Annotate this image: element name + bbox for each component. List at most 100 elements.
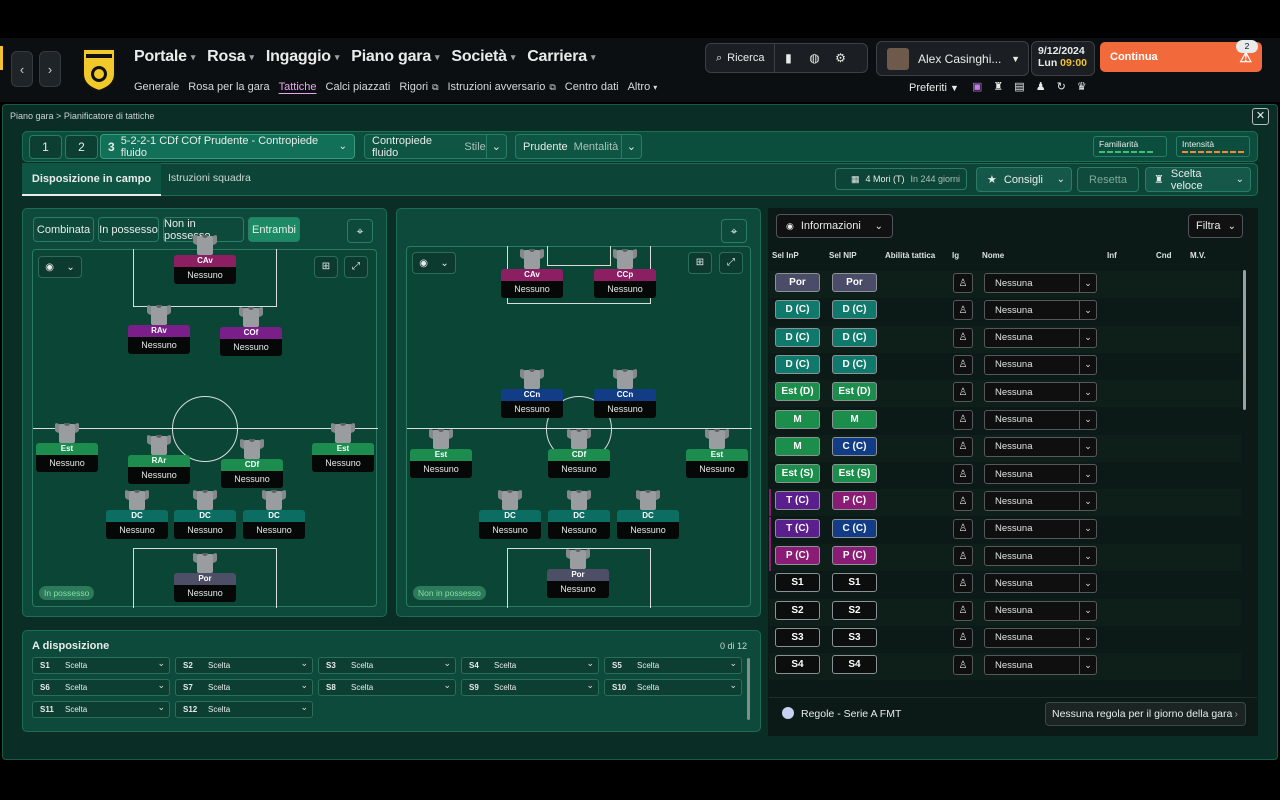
matchday-rule-button[interactable]: Nessuna regola per il giorno della gara … bbox=[1045, 702, 1246, 726]
manager-menu[interactable]: Alex Casinghi... ▼ bbox=[876, 41, 1029, 76]
person-icon[interactable]: ♙ bbox=[953, 600, 973, 621]
sub-slot-s8[interactable]: S8 Scelta ⌄ bbox=[318, 679, 456, 696]
name-select[interactable]: Nessuna ⌄ bbox=[984, 655, 1097, 676]
sel-nip-button[interactable]: C (C) bbox=[832, 518, 877, 538]
sub-slot-s2[interactable]: S2 Scelta ⌄ bbox=[175, 657, 313, 674]
person-icon[interactable]: ♙ bbox=[953, 273, 973, 293]
sel-inp-button[interactable]: T (C) bbox=[775, 518, 820, 538]
people-icon[interactable]: ♟ bbox=[1036, 80, 1046, 93]
player-shirt-icon[interactable] bbox=[55, 421, 79, 443]
player-slot-cdf[interactable]: CDf Nessuno bbox=[221, 459, 283, 488]
sel-nip-button[interactable]: S2 bbox=[832, 600, 877, 620]
person-icon[interactable]: ♙ bbox=[953, 300, 973, 321]
player-slot-ccp[interactable]: CCp Nessuno bbox=[594, 269, 656, 298]
sub-slot-s4[interactable]: S4 Scelta ⌄ bbox=[461, 657, 599, 674]
column-header[interactable]: M.V. bbox=[1190, 251, 1206, 260]
name-select[interactable]: Nessuna ⌄ bbox=[984, 382, 1097, 403]
rules-label[interactable]: Regole - Serie A FMT bbox=[801, 708, 901, 720]
column-header[interactable]: Abilità tattica bbox=[885, 251, 935, 260]
shirt-icon[interactable]: ♜ bbox=[993, 80, 1003, 93]
person-icon[interactable]: ♙ bbox=[953, 491, 973, 512]
tactic-slot-3[interactable]: 3 5-2-2-1 CDf COf Prudente - Contropiede… bbox=[100, 134, 355, 159]
player-shirt-icon[interactable] bbox=[566, 547, 590, 569]
column-header[interactable]: Sel NIP bbox=[829, 251, 857, 260]
sub-slot-s12[interactable]: S12 Scelta ⌄ bbox=[175, 701, 313, 718]
player-slot-rar[interactable]: RAr Nessuno bbox=[128, 455, 190, 484]
sel-inp-button[interactable]: S1 bbox=[775, 573, 820, 593]
eye-dropdown[interactable]: ◉ ⌄ bbox=[38, 256, 82, 278]
nav-società[interactable]: Società ▾ bbox=[451, 48, 515, 66]
person-icon[interactable]: ♙ bbox=[953, 327, 973, 348]
player-slot-cof[interactable]: COf Nessuno bbox=[220, 327, 282, 356]
player-shirt-icon[interactable] bbox=[705, 427, 729, 449]
pitch-filter-entrambi[interactable]: Entrambi bbox=[248, 217, 300, 242]
name-select[interactable]: Nessuna ⌄ bbox=[984, 491, 1097, 512]
nav-rosa[interactable]: Rosa ▾ bbox=[207, 48, 254, 66]
subnav-generale[interactable]: Generale bbox=[134, 81, 179, 93]
player-slot-cdf[interactable]: CDf Nessuno bbox=[548, 449, 610, 478]
player-shirt-icon[interactable] bbox=[147, 303, 171, 325]
name-select[interactable]: Nessuna ⌄ bbox=[984, 354, 1097, 375]
name-select[interactable]: Nessuna ⌄ bbox=[984, 518, 1097, 539]
player-slot-dc[interactable]: DC Nessuno bbox=[243, 510, 305, 539]
sel-nip-button[interactable]: S4 bbox=[832, 655, 877, 675]
player-shirt-icon[interactable] bbox=[147, 433, 171, 455]
player-shirt-icon[interactable] bbox=[613, 247, 637, 269]
favorites-dropdown[interactable]: Preferiti ▼ bbox=[909, 82, 959, 94]
column-header[interactable]: Cnd bbox=[1156, 251, 1172, 260]
sel-nip-button[interactable]: D (C) bbox=[832, 300, 877, 320]
nav-piano-gara[interactable]: Piano gara ▾ bbox=[351, 48, 439, 66]
player-shirt-icon[interactable] bbox=[193, 551, 217, 573]
sel-inp-button[interactable]: Por bbox=[775, 273, 820, 292]
sel-nip-button[interactable]: P (C) bbox=[832, 546, 877, 565]
player-slot-est[interactable]: Est Nessuno bbox=[36, 443, 98, 472]
sel-nip-button[interactable]: Por bbox=[832, 273, 877, 292]
nav-portale[interactable]: Portale ▾ bbox=[134, 48, 195, 66]
player-shirt-icon[interactable] bbox=[520, 367, 544, 389]
sel-inp-button[interactable]: D (C) bbox=[775, 300, 820, 320]
sel-inp-button[interactable]: Est (D) bbox=[775, 382, 820, 402]
person-icon[interactable]: ♙ bbox=[953, 655, 973, 676]
player-slot-por[interactable]: Por Nessuno bbox=[174, 573, 236, 602]
formation-edit-icon[interactable]: ⌖ bbox=[721, 219, 747, 243]
person-icon[interactable]: ♙ bbox=[953, 436, 973, 457]
player-shirt-icon[interactable] bbox=[239, 305, 263, 327]
date-box[interactable]: 9/12/2024 Lun 09:00 bbox=[1031, 41, 1095, 76]
sel-inp-button[interactable]: Est (S) bbox=[775, 464, 820, 484]
player-shirt-icon[interactable] bbox=[331, 421, 355, 443]
name-select[interactable]: Nessuna ⌄ bbox=[984, 300, 1097, 321]
filter-dropdown[interactable]: Filtra ⌄ bbox=[1188, 214, 1243, 238]
player-slot-dc[interactable]: DC Nessuno bbox=[479, 510, 541, 539]
player-shirt-icon[interactable] bbox=[429, 427, 453, 449]
player-slot-dc[interactable]: DC Nessuno bbox=[548, 510, 610, 539]
subnav-rosa-per-la-gara[interactable]: Rosa per la gara bbox=[188, 81, 269, 93]
sel-inp-button[interactable]: S2 bbox=[775, 600, 820, 620]
clipboard-icon[interactable]: ▤ bbox=[1014, 80, 1024, 93]
player-shirt-icon[interactable] bbox=[193, 488, 217, 510]
subnav-tattiche[interactable]: Tattiche bbox=[279, 81, 317, 93]
player-slot-est[interactable]: Est Nessuno bbox=[410, 449, 472, 478]
grid-icon[interactable]: ⊞ bbox=[688, 252, 712, 274]
name-select[interactable]: Nessuna ⌄ bbox=[984, 573, 1097, 594]
pitch-filter-in-possesso[interactable]: In possesso bbox=[98, 217, 159, 242]
name-select[interactable]: Nessuna ⌄ bbox=[984, 600, 1097, 621]
player-shirt-icon[interactable] bbox=[613, 367, 637, 389]
refresh-icon[interactable]: ↻ bbox=[1057, 80, 1066, 93]
sub-slot-s7[interactable]: S7 Scelta ⌄ bbox=[175, 679, 313, 696]
sel-nip-button[interactable]: D (C) bbox=[832, 327, 877, 347]
player-slot-ccn[interactable]: CCn Nessuno bbox=[594, 389, 656, 418]
player-slot-por[interactable]: Por Nessuno bbox=[547, 569, 609, 598]
name-select[interactable]: Nessuna ⌄ bbox=[984, 627, 1097, 648]
person-icon[interactable]: ♙ bbox=[953, 518, 973, 539]
subnav-altro[interactable]: Altro ▾ bbox=[628, 81, 658, 93]
tactic-slot-1[interactable]: 1 bbox=[29, 135, 62, 159]
player-slot-dc[interactable]: DC Nessuno bbox=[106, 510, 168, 539]
subs-scrollbar[interactable] bbox=[747, 658, 750, 720]
name-select[interactable]: Nessuna ⌄ bbox=[984, 546, 1097, 566]
player-shirt-icon[interactable] bbox=[567, 488, 591, 510]
advice-button[interactable]: ★ Consigli ⌄ bbox=[976, 167, 1072, 192]
sel-inp-button[interactable]: D (C) bbox=[775, 327, 820, 347]
tab-team-instructions[interactable]: Istruzioni squadra bbox=[168, 172, 251, 184]
player-slot-est[interactable]: Est Nessuno bbox=[686, 449, 748, 478]
player-shirt-icon[interactable] bbox=[636, 488, 660, 510]
